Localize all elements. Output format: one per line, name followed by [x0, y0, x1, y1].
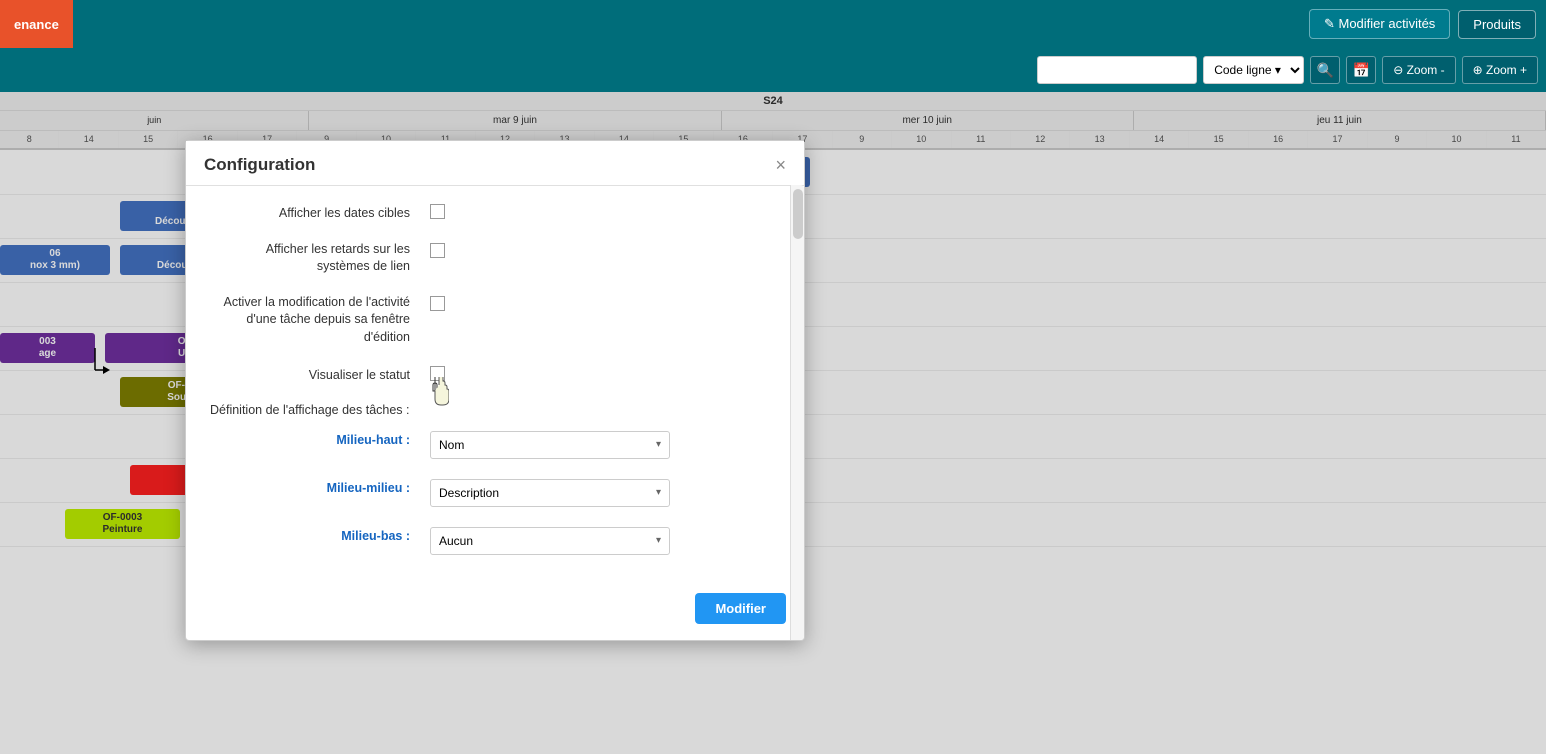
- milieu-bas-select[interactable]: Aucun ▾: [430, 527, 670, 555]
- gantt-toolbar: Code ligne ▾ 🔍 📅 ⊖ Zoom - ⊕ Zoom +: [0, 48, 1546, 92]
- zoom-minus-button[interactable]: ⊖ Zoom -: [1382, 56, 1455, 84]
- modifier-activites-label: ✎ Modifier activités: [1324, 16, 1435, 32]
- modal-modifier-button[interactable]: Modifier: [695, 593, 786, 624]
- milieu-haut-row: Milieu-haut : Nom ▾: [210, 429, 780, 459]
- visualiser-statut-checkbox[interactable]: [430, 366, 445, 381]
- milieu-milieu-select[interactable]: Description ▾: [430, 479, 670, 507]
- modal-footer: Modifier: [186, 583, 804, 640]
- zoom-plus-button[interactable]: ⊕ Zoom +: [1462, 56, 1538, 84]
- milieu-milieu-value: Description: [439, 486, 499, 500]
- modifier-activites-button[interactable]: ✎ Modifier activités: [1309, 9, 1450, 39]
- milieu-haut-control: Nom ▾: [430, 429, 780, 459]
- option-afficher-retards-control: [430, 241, 780, 258]
- modal-scrollbar[interactable]: [790, 185, 804, 640]
- nav-badge: enance: [0, 0, 73, 48]
- activer-modif-checkbox[interactable]: [430, 296, 445, 311]
- option-afficher-retards-text: Afficher les retards sur les systèmes de…: [266, 242, 410, 274]
- milieu-haut-label: Milieu-haut :: [210, 429, 430, 450]
- milieu-milieu-row: Milieu-milieu : Description ▾: [210, 477, 780, 507]
- milieu-bas-control: Aucun ▾: [430, 525, 780, 555]
- produits-label: Produits: [1473, 17, 1521, 32]
- modal-body: Afficher les dates cibles Afficher les r…: [186, 186, 804, 583]
- milieu-bas-value: Aucun: [439, 534, 473, 548]
- modal-header: Configuration ×: [186, 141, 804, 186]
- main-area: S24 juin mar 9 juin mer 10 juin jeu 11 j…: [0, 92, 1546, 754]
- option-visualiser-statut-label: Visualiser le statut: [210, 364, 430, 385]
- produits-button[interactable]: Produits: [1458, 10, 1536, 39]
- section-title-text: Définition de l'affichage des tâches :: [210, 403, 410, 417]
- zoom-minus-label: ⊖ Zoom -: [1393, 63, 1444, 77]
- code-ligne-select[interactable]: Code ligne ▾: [1203, 56, 1304, 84]
- search-input[interactable]: [1037, 56, 1197, 84]
- option-activer-modif-text: Activer la modification de l'activité d'…: [224, 295, 411, 344]
- option-visualiser-statut-control: [430, 364, 780, 381]
- option-visualiser-statut-row: Visualiser le statut: [210, 364, 780, 385]
- milieu-bas-label: Milieu-bas :: [210, 525, 430, 546]
- configuration-modal: Configuration × Afficher les dates cible…: [185, 140, 805, 641]
- modal-title: Configuration: [204, 155, 315, 175]
- option-activer-modif-control: [430, 294, 780, 311]
- modal-close-button[interactable]: ×: [775, 156, 786, 174]
- option-activer-modif-label: Activer la modification de l'activité d'…: [210, 294, 430, 347]
- milieu-milieu-arrow: ▾: [656, 487, 661, 498]
- option-afficher-dates-row: Afficher les dates cibles: [210, 202, 780, 223]
- modal-scrollbar-thumb: [793, 189, 803, 239]
- milieu-milieu-label: Milieu-milieu :: [210, 477, 430, 498]
- option-afficher-retards-label: Afficher les retards sur les systèmes de…: [210, 241, 430, 276]
- option-afficher-dates-label: Afficher les dates cibles: [210, 202, 430, 223]
- afficher-retards-checkbox[interactable]: [430, 243, 445, 258]
- section-definition: Définition de l'affichage des tâches :: [210, 403, 780, 417]
- search-icon[interactable]: 🔍: [1310, 56, 1340, 84]
- zoom-plus-label: ⊕ Zoom +: [1473, 63, 1527, 77]
- milieu-bas-arrow: ▾: [656, 535, 661, 546]
- hand-cursor-icon: [427, 377, 449, 407]
- option-afficher-retards-row: Afficher les retards sur les systèmes de…: [210, 241, 780, 276]
- milieu-bas-row: Milieu-bas : Aucun ▾: [210, 525, 780, 555]
- milieu-haut-select[interactable]: Nom ▾: [430, 431, 670, 459]
- nav-badge-text: enance: [14, 17, 59, 32]
- milieu-haut-arrow: ▾: [656, 439, 661, 450]
- option-activer-modif-row: Activer la modification de l'activité d'…: [210, 294, 780, 347]
- afficher-dates-checkbox[interactable]: [430, 204, 445, 219]
- milieu-haut-value: Nom: [439, 438, 464, 452]
- calendar-icon[interactable]: 📅: [1346, 56, 1376, 84]
- option-afficher-dates-control: [430, 202, 780, 219]
- top-nav: enance ✎ Modifier activités Produits: [0, 0, 1546, 48]
- milieu-milieu-control: Description ▾: [430, 477, 780, 507]
